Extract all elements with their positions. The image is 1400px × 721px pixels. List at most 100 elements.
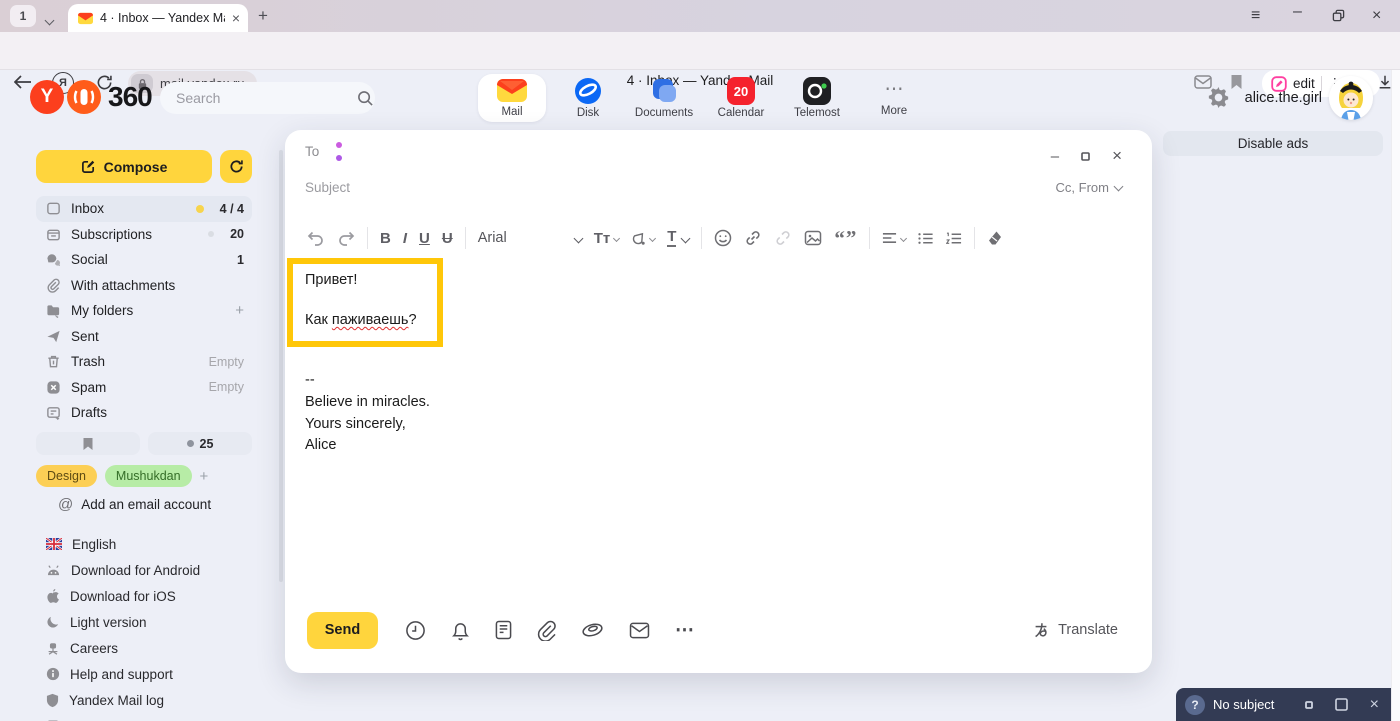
search-input[interactable]: [176, 90, 357, 106]
link-download-ios[interactable]: Download for iOS: [36, 588, 252, 604]
tab-group-badge[interactable]: 1: [10, 5, 36, 27]
translate-button[interactable]: Translate: [1032, 621, 1118, 639]
sidebar-item-drafts[interactable]: Drafts: [36, 400, 252, 426]
app-disk[interactable]: Disk: [554, 74, 622, 122]
body-greeting[interactable]: Привет!: [305, 272, 437, 288]
sidebar-item-my-folders[interactable]: My folders +: [36, 298, 252, 324]
sidebar-item-trash[interactable]: Trash Empty: [36, 349, 252, 375]
compose-close-icon[interactable]: ×: [1112, 146, 1122, 166]
sidebar-item-sent[interactable]: Sent: [36, 324, 252, 350]
account-username[interactable]: alice.the.girl: [1238, 90, 1322, 106]
tag-design[interactable]: Design: [36, 465, 97, 487]
app-more[interactable]: ⋯ More: [860, 74, 928, 122]
refresh-button[interactable]: [220, 150, 252, 183]
font-family-select[interactable]: Arial: [478, 230, 582, 246]
draft-maximize-icon[interactable]: [1335, 698, 1348, 711]
help-icon[interactable]: ?: [1185, 695, 1205, 715]
emoji-icon[interactable]: [714, 229, 732, 247]
body-question[interactable]: Как паживаешь?: [305, 312, 437, 328]
add-email-account[interactable]: @ Add an email account: [58, 496, 211, 513]
sidebar-item-with-attachments[interactable]: With attachments: [36, 273, 252, 299]
more-options-icon[interactable]: ⋯: [675, 619, 694, 642]
add-folder-icon[interactable]: +: [235, 302, 244, 319]
template-icon[interactable]: [495, 620, 512, 640]
app-calendar[interactable]: 20 Calendar: [707, 74, 775, 122]
text-color-select[interactable]: T: [667, 229, 676, 247]
link-mail-log[interactable]: Yandex Mail log: [36, 692, 252, 708]
link-download-android[interactable]: Download for Android: [36, 562, 252, 578]
search-bar[interactable]: [160, 82, 375, 114]
link-light-version[interactable]: Light version: [36, 614, 252, 630]
app-documents[interactable]: Documents: [630, 74, 698, 122]
link-language[interactable]: English: [36, 536, 252, 552]
align-select[interactable]: [882, 232, 906, 244]
compose-restore-icon[interactable]: [1081, 152, 1090, 161]
window-restore-icon[interactable]: [1332, 9, 1345, 22]
folder-count[interactable]: Empty: [209, 355, 244, 369]
schedule-send-icon[interactable]: [405, 620, 426, 641]
new-tab-button[interactable]: +: [258, 6, 268, 26]
disable-ads-button[interactable]: Disable ads: [1163, 131, 1383, 156]
folder-count[interactable]: Empty: [209, 380, 244, 394]
attach-file-icon[interactable]: [537, 620, 556, 641]
quote-icon[interactable]: “”: [834, 226, 857, 251]
misspelled-word[interactable]: паживаешь: [332, 312, 409, 328]
attach-from-disk-icon[interactable]: [581, 621, 604, 639]
compose-minimize-icon[interactable]: –: [1051, 148, 1059, 165]
unread-count-pill[interactable]: 25: [148, 432, 252, 455]
sidebar-scrollbar[interactable]: [279, 150, 283, 582]
mail-app-icon: [496, 77, 528, 104]
insert-image-icon[interactable]: [804, 230, 822, 246]
underline-button[interactable]: U: [419, 230, 430, 247]
draft-close-icon[interactable]: ×: [1370, 696, 1379, 714]
send-button[interactable]: Send: [307, 612, 378, 649]
yandex-360-logo[interactable]: Y 360: [30, 80, 152, 114]
settings-gear-icon[interactable]: [1208, 87, 1229, 108]
page-scrollbar[interactable]: [1391, 70, 1400, 721]
bold-button[interactable]: B: [380, 230, 391, 247]
search-icon[interactable]: [357, 90, 374, 107]
reminder-bell-icon[interactable]: [451, 620, 470, 641]
saved-filter-pill[interactable]: [36, 432, 140, 455]
compose-button[interactable]: Compose: [36, 150, 212, 183]
app-label: Documents: [635, 107, 693, 119]
window-minimize-icon[interactable]: –: [1293, 3, 1302, 21]
insert-link-icon[interactable]: [744, 229, 762, 247]
tag-mushukdan[interactable]: Mushukdan: [105, 465, 192, 487]
font-size-select[interactable]: Tт: [594, 230, 620, 247]
link-careers[interactable]: Careers: [36, 640, 252, 656]
browser-tab[interactable]: 4 · Inbox — Yandex Mail ×: [68, 4, 248, 32]
eraser-icon[interactable]: [987, 230, 1003, 246]
add-tag-icon[interactable]: +: [200, 468, 209, 485]
app-telemost[interactable]: Telemost: [783, 74, 851, 122]
draft-restore-small-icon[interactable]: [1305, 701, 1313, 709]
unread-dot: [187, 440, 194, 447]
numbered-list-icon[interactable]: [946, 232, 962, 245]
cc-from-toggle[interactable]: Cc, From: [1056, 180, 1122, 195]
tab-close-icon[interactable]: ×: [232, 11, 240, 25]
italic-button[interactable]: I: [403, 230, 407, 247]
link-help-support[interactable]: Help and support: [36, 666, 252, 682]
sidebar-item-spam[interactable]: Spam Empty: [36, 375, 252, 401]
highlight-color-select[interactable]: [631, 231, 655, 246]
app-mail[interactable]: Mail: [478, 74, 546, 122]
bullet-list-icon[interactable]: [918, 232, 934, 245]
signature-block[interactable]: -- Believe in miracles. Yours sincerely,…: [305, 370, 430, 457]
undo-icon[interactable]: [307, 230, 325, 246]
sidebar-item-subscriptions[interactable]: Subscriptions 20: [36, 222, 252, 248]
attach-from-mail-icon[interactable]: [629, 622, 650, 639]
avatar[interactable]: [1329, 76, 1373, 120]
folder-label: My folders: [71, 303, 225, 318]
sidebar-item-social[interactable]: Social 1: [36, 247, 252, 273]
redo-icon[interactable]: [337, 230, 355, 246]
remove-link-icon[interactable]: [774, 229, 792, 247]
strikethrough-button[interactable]: U: [442, 230, 453, 247]
window-close-icon[interactable]: ×: [1372, 7, 1381, 25]
subject-input[interactable]: [305, 180, 1056, 195]
formatting-toolbar: B I U U Arial Tт T: [307, 218, 1132, 258]
minimized-draft-bar[interactable]: ? No subject ×: [1176, 688, 1391, 721]
browser-menu-icon[interactable]: ≡: [1251, 7, 1260, 25]
bookmark-icon[interactable]: [1230, 74, 1243, 90]
chevron-down-icon[interactable]: [46, 11, 53, 29]
sidebar-item-inbox[interactable]: Inbox 4 / 4: [36, 196, 252, 222]
